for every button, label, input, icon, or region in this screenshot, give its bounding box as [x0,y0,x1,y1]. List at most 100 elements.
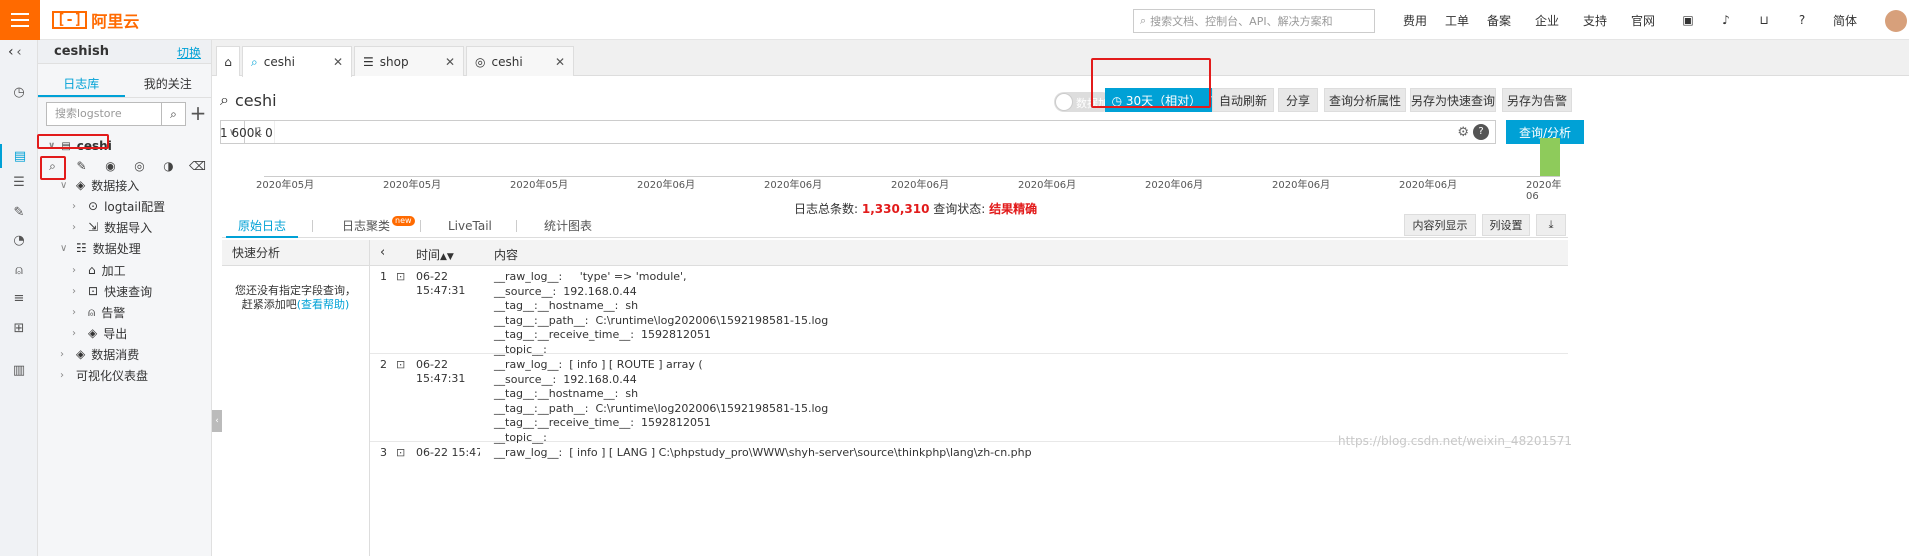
help-icon[interactable]: ? [1790,13,1814,27]
global-search-input[interactable]: ⌕ 搜索文档、控制台、API、解决方案和 [1133,9,1375,33]
chevron-right-icon: › [60,369,64,381]
panel-collapse-handle[interactable]: ‹ [212,410,222,432]
share-button[interactable]: 分享 [1278,88,1318,112]
log-content: __raw_log__: [ info ] [ ROUTE ] array ( … [494,358,829,444]
close-icon[interactable]: ✕ [445,55,455,69]
collapse-left-icon[interactable]: ‹ [380,245,385,260]
top-link-icp[interactable]: 备案 [1480,12,1518,29]
tab-favorites[interactable]: 我的关注 [125,72,212,97]
edit-icon[interactable]: ✎ [67,159,96,173]
top-link-support[interactable]: 支持 [1576,12,1614,29]
search-icon[interactable]: ⌕ [161,103,185,125]
back-arrow-icon[interactable]: ‹ [8,44,14,60]
log-detail-icon[interactable]: ⊡ [396,446,405,459]
tree-item-transform[interactable]: › ⌂ 加工 [72,260,126,280]
settings-icon: ⊙ [88,199,99,213]
x-tick-label: 2020年05月 [510,180,569,191]
log-row[interactable]: 1 ⊡ 06-22 15:47:31 __raw_log__: 'type' =… [370,266,1568,356]
logstore-search-placeholder: 搜索logstore [55,107,122,120]
tree-item-data-import[interactable]: › ⇲ 数据导入 [72,217,152,237]
chevron-right-icon: › [72,200,76,212]
tree-item-export[interactable]: › ◈ 导出 [72,323,127,343]
aliyun-logo[interactable]: [-] 阿里云 [52,10,139,31]
add-logstore-button[interactable]: + [188,102,208,126]
highlight-box-time-range [1091,58,1211,108]
query-properties-button[interactable]: 查询分析属性 [1324,88,1406,112]
save-quick-query-button[interactable]: 另存为快速查询 [1410,88,1496,112]
cart-icon[interactable]: ⊔ [1752,13,1776,27]
x-tick-label: 2020年06月 [891,180,950,191]
top-link-fees[interactable]: 费用 [1396,12,1434,29]
top-link-official[interactable]: 官网 [1624,12,1662,29]
logstore-icon[interactable]: ▤ [0,144,38,168]
x-tick-label: 2020年06月 [1399,180,1458,191]
delete-icon[interactable]: ⌫ [183,159,212,173]
gauge-icon[interactable]: ◑ [154,159,183,173]
y-max-label: 1 600k [220,126,262,140]
chevron-right-icon: › [72,221,76,233]
save-alert-button[interactable]: 另存为告警 [1502,88,1572,112]
bell-icon[interactable]: ♪ [1714,13,1738,27]
tab-ceshi-monitor[interactable]: ◎ ceshi ✕ [466,46,574,76]
tree-item-logtail[interactable]: › ⊙ logtail配置 [72,196,165,216]
home-tab[interactable]: ⌂ [216,46,240,76]
edit-doc-icon[interactable]: ✎ [0,200,38,224]
list-icon[interactable]: ≡ [0,286,38,310]
log-row[interactable]: 2 ⊡ 06-22 15:47:31 __raw_log__: [ info ]… [370,354,1568,444]
import-icon: ⇲ [88,220,99,234]
histogram-bar[interactable] [1540,138,1560,176]
tree-item-data-consume[interactable]: › ◈ 数据消费 [60,344,139,364]
tree-label: 可视化仪表盘 [76,368,149,383]
terminal-icon[interactable]: ▣ [1676,13,1700,27]
content-column-display-button[interactable]: 内容列显示 [1404,214,1476,236]
time-column-header[interactable]: 时间▲▼ [416,246,454,263]
tab-log-cluster[interactable]: 日志聚类 new [342,216,415,238]
avatar[interactable] [1885,10,1907,32]
log-index: 1 [380,270,387,283]
quick-analysis-title: 快速分析 [222,240,369,266]
tree-item-quick-query[interactable]: › ⊡ 快速查询 [72,281,152,301]
tab-charts[interactable]: 统计图表 [544,216,592,238]
tab-label: ceshi [491,54,523,69]
storage-icon[interactable]: ☰ [0,170,38,194]
close-icon[interactable]: ✕ [555,55,565,69]
search-icon: ⌕ [1140,14,1147,27]
top-link-tickets[interactable]: 工单 [1438,12,1476,29]
menu-icon[interactable] [0,0,40,40]
tree-label: 数据导入 [104,220,153,235]
tree-item-data-ingest[interactable]: ∨ ◈ 数据接入 [60,175,139,195]
tree-item-alert[interactable]: › ⍝ 告警 [72,302,125,322]
switch-project-link[interactable]: 切换 [177,44,201,61]
pie-chart-icon[interactable]: ◔ [0,228,38,252]
clock-icon[interactable]: ◷ [0,80,38,104]
log-detail-icon[interactable]: ⊡ [396,270,405,283]
close-icon[interactable]: ✕ [333,55,343,69]
log-time: 06-22 15:47:31 [416,358,466,385]
help-link[interactable]: (查看帮助) [297,298,350,311]
column-settings-button[interactable]: 列设置 [1482,214,1530,236]
dashboard-icon[interactable]: ⊞ [0,316,38,340]
tab-raw-logs[interactable]: 原始日志 [226,216,298,238]
auto-refresh-button[interactable]: 自动刷新 [1212,88,1274,112]
language-switch[interactable]: 简体 [1830,12,1860,29]
tab-shop[interactable]: ☰ shop ✕ [354,46,464,76]
page-title: ceshi [234,90,277,110]
logstore-search-input[interactable]: 搜索logstore ⌕ [46,102,186,126]
document-icon[interactable]: ▥ [0,358,38,382]
search-placeholder: 搜索文档、控制台、API、解决方案和 [1150,15,1333,28]
tree-item-data-process[interactable]: ∨ ☷ 数据处理 [60,238,141,258]
tab-ceshi-search[interactable]: ⌕ ceshi ✕ [242,46,352,77]
tree-item-dashboards[interactable]: › 可视化仪表盘 [60,365,148,385]
download-icon[interactable]: ⤓ [1536,214,1566,236]
monitor-icon[interactable]: ◎ [125,159,154,173]
logo-mark: [-] [52,11,88,29]
tab-livetail[interactable]: LiveTail [448,216,492,238]
tab-logstores[interactable]: 日志库 [38,72,125,97]
log-detail-icon[interactable]: ⊡ [396,358,405,371]
eye-icon[interactable]: ◉ [96,159,125,173]
top-link-enterprise[interactable]: 企业 [1528,12,1566,29]
collapse-back-icon[interactable]: ‹ [0,40,38,64]
panel-tabs: 日志库 我的关注 [38,72,211,98]
alarm-icon[interactable]: ⍝ [0,258,38,282]
y-min-label: 0 [265,126,273,140]
